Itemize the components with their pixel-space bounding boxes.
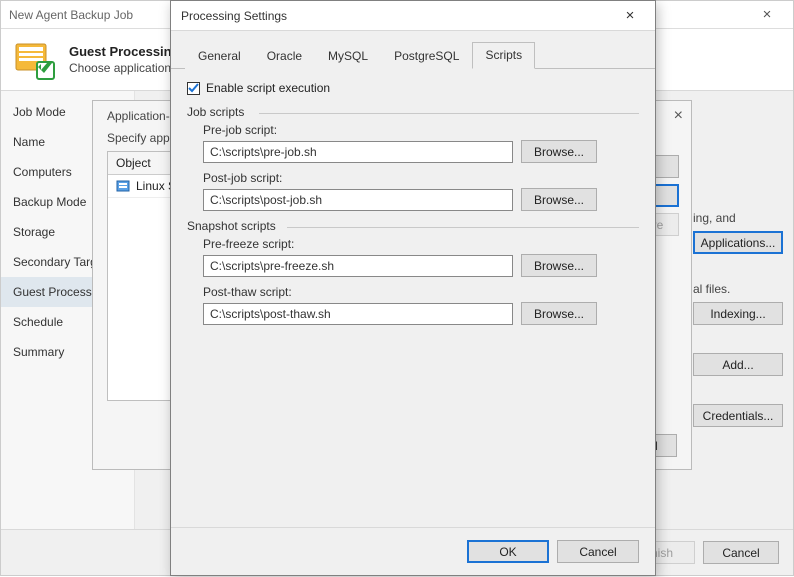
right-desc1: ing, and [693,211,783,225]
right-add-button[interactable]: Add... [693,353,783,376]
enable-scripts-label: Enable script execution [206,81,330,95]
wizard-step-subtitle: Choose application [69,61,180,75]
tab-oracle[interactable]: Oracle [254,43,315,69]
job-icon [13,38,57,82]
proc-footer: OK Cancel [171,527,655,575]
prejob-label: Pre-job script: [203,123,639,137]
job-scripts-group: Job scripts [187,105,639,119]
prefreeze-browse-button[interactable]: Browse... [521,254,597,277]
tab-postgresql[interactable]: PostgreSQL [381,43,472,69]
postthaw-label: Post-thaw script: [203,285,639,299]
proc-title: Processing Settings [181,9,615,23]
wizard-close-icon[interactable]: × [749,6,785,23]
proc-cancel-button[interactable]: Cancel [557,540,639,563]
postjob-label: Post-job script: [203,171,639,185]
postjob-input[interactable]: C:\scripts\post-job.sh [203,189,513,211]
right-pane: ing, and Applications... al files. Index… [693,211,783,427]
tab-scripts[interactable]: Scripts [472,42,535,69]
proc-titlebar: Processing Settings × [171,1,655,31]
credentials-button[interactable]: Credentials... [693,404,783,427]
proc-ok-button[interactable]: OK [467,540,549,563]
enable-scripts-checkbox[interactable] [187,82,200,95]
tab-general[interactable]: General [185,43,254,69]
prefreeze-label: Pre-freeze script: [203,237,639,251]
tab-mysql[interactable]: MySQL [315,43,381,69]
proc-body: Enable script execution Job scripts Pre-… [171,69,655,345]
prefreeze-input[interactable]: C:\scripts\pre-freeze.sh [203,255,513,277]
applications-button[interactable]: Applications... [693,231,783,254]
apps-header-label: Application- [107,109,170,123]
proc-tabs: General Oracle MySQL PostgreSQL Scripts [171,31,655,69]
proc-close-icon[interactable]: × [615,7,645,24]
processing-settings-dialog: Processing Settings × General Oracle MyS… [170,0,656,576]
prejob-input[interactable]: C:\scripts\pre-job.sh [203,141,513,163]
postjob-browse-button[interactable]: Browse... [521,188,597,211]
wizard-step-title: Guest Processing [69,44,180,59]
postthaw-browse-button[interactable]: Browse... [521,302,597,325]
postthaw-input[interactable]: C:\scripts\post-thaw.sh [203,303,513,325]
linux-icon [116,179,130,193]
right-desc2: al files. [693,282,783,296]
wizard-cancel-button[interactable]: Cancel [703,541,779,564]
prejob-browse-button[interactable]: Browse... [521,140,597,163]
snapshot-scripts-group: Snapshot scripts [187,219,639,233]
indexing-button[interactable]: Indexing... [693,302,783,325]
